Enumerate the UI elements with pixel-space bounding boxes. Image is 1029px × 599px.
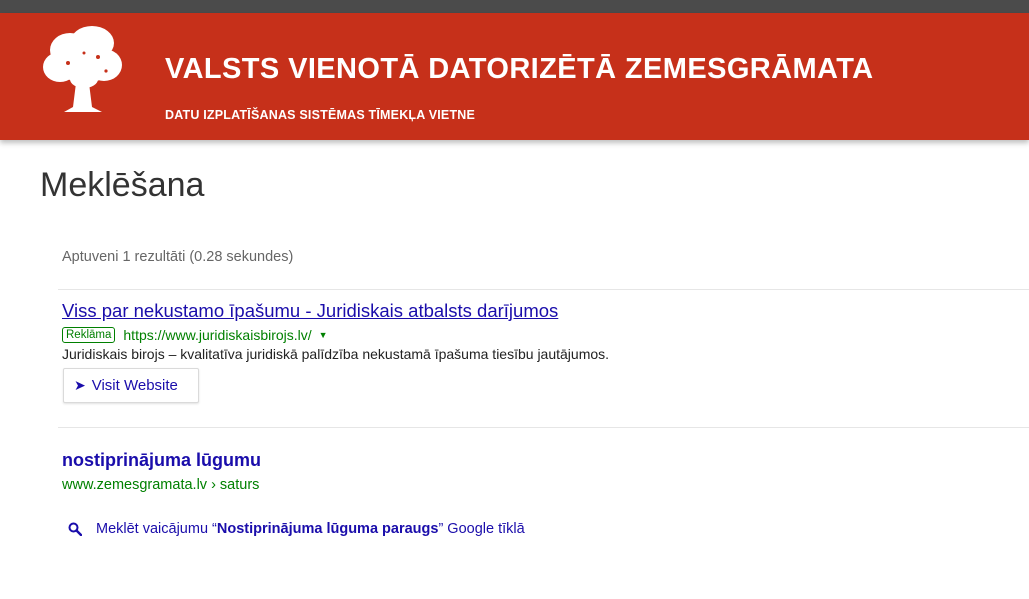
arrow-right-icon: ➤ (74, 377, 86, 393)
tree-icon (43, 26, 122, 112)
ad-description: Juridiskais birojs – kvalitatīva juridis… (62, 346, 610, 362)
search-hint-query: Nostiprinājuma lūguma paraugs (216, 521, 439, 537)
search-hint-suffix: ” Google tīklā (438, 521, 525, 537)
search-icon (68, 522, 82, 536)
ad-url-line: Reklāma https://www.juridiskaisbirojs.lv… (62, 326, 328, 344)
page-title: Meklēšana (40, 166, 205, 204)
search-hint-prefix: Meklēt vaicājumu “ (96, 521, 217, 537)
site-title: VALSTS VIENOTĀ DATORIZĒTĀ ZEMESGRĀMATA (165, 53, 874, 85)
result-count: Aptuveni 1 rezultāti (0.28 sekundes) (62, 249, 294, 265)
header-banner: VALSTS VIENOTĀ DATORIZĒTĀ ZEMESGRĀMATA D… (0, 13, 1029, 140)
top-bar (0, 0, 1029, 13)
visit-website-button[interactable]: ➤ Visit Website (63, 368, 199, 403)
ad-title-link[interactable]: Viss par nekustamo īpašumu - Juridiskais… (62, 300, 558, 322)
dropdown-arrow-icon[interactable]: ▼ (319, 330, 328, 340)
google-search-link[interactable]: Meklēt vaicājumu “Nostiprinājuma lūguma … (68, 520, 525, 538)
ad-url[interactable]: https://www.juridiskaisbirojs.lv/ (123, 327, 311, 343)
result-title-link[interactable]: nostiprinājuma lūgumu (62, 450, 261, 471)
ad-badge: Reklāma (62, 327, 116, 343)
visit-website-label: Visit Website (91, 377, 178, 394)
divider (58, 427, 1029, 428)
site-subtitle: DATU IZPLATĪŠANAS SISTĒMAS TĪMEKĻA VIETN… (165, 108, 476, 122)
divider (58, 289, 1029, 290)
result-url: www.zemesgramata.lv › saturs (62, 477, 260, 493)
